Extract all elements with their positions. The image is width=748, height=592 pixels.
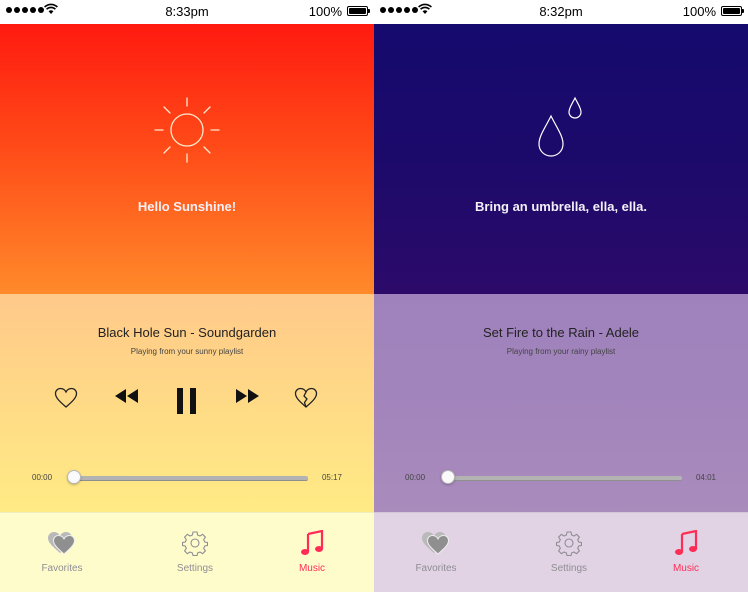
total-time: 05:17	[321, 473, 342, 482]
song-title: Black Hole Sun - Soundgarden	[97, 325, 277, 340]
weather-message: Hello Sunshine!	[137, 199, 237, 214]
dislike-broken-heart-button[interactable]	[294, 387, 318, 409]
status-bar: 8:33pm 100%	[0, 0, 374, 24]
progress-track[interactable]	[70, 476, 308, 481]
tab-label: Favorites	[415, 563, 457, 574]
progress-slider-knob[interactable]	[441, 470, 455, 484]
battery-percentage: 100%	[308, 4, 342, 19]
tab-favorites[interactable]: Favorites	[0, 513, 124, 592]
rewind-button[interactable]	[114, 388, 140, 404]
weather-message: Bring an umbrella, ella, ella.	[475, 199, 647, 214]
battery-icon	[347, 6, 370, 16]
tab-label: Settings	[550, 563, 588, 574]
heart-icon	[48, 532, 76, 555]
heart-icon	[422, 532, 450, 555]
tab-favorites[interactable]: Favorites	[374, 513, 498, 592]
like-heart-button[interactable]	[54, 387, 78, 409]
battery-icon	[721, 6, 744, 16]
sun-icon	[154, 97, 220, 163]
progress-slider-knob[interactable]	[67, 470, 81, 484]
total-time: 04:01	[695, 473, 716, 482]
playlist-subtitle: Playing from your sunny playlist	[130, 347, 244, 356]
progress-track[interactable]	[446, 476, 682, 481]
tab-bar: Favorites Settings Music	[0, 512, 374, 592]
tab-settings[interactable]: Settings	[507, 513, 631, 592]
phone-screen-sunny: 8:33pm 100% Hello Sunshine! Black Hole S…	[0, 0, 374, 592]
song-title: Set Fire to the Rain - Adele	[482, 325, 640, 340]
music-note-icon	[675, 530, 698, 555]
tab-label: Settings	[176, 563, 214, 574]
battery-percentage: 100%	[682, 4, 716, 19]
fast-forward-button[interactable]	[234, 388, 260, 404]
gear-icon	[182, 531, 208, 556]
screens-container: 8:33pm 100% Hello Sunshine! Black Hole S…	[0, 0, 748, 592]
tab-label: Music	[672, 563, 700, 574]
music-player: Black Hole Sun - Soundgarden Playing fro…	[0, 294, 374, 512]
tab-settings[interactable]: Settings	[133, 513, 257, 592]
weather-panel: Bring an umbrella, ella, ella.	[374, 24, 748, 294]
pause-button[interactable]	[175, 387, 199, 415]
tab-label: Favorites	[41, 563, 83, 574]
elapsed-time: 00:00	[32, 473, 53, 482]
music-note-icon	[301, 530, 324, 555]
tab-music[interactable]: Music	[250, 513, 374, 592]
gear-icon	[556, 531, 582, 556]
elapsed-time: 00:00	[405, 473, 426, 482]
tab-bar: Favorites Settings Music	[374, 512, 748, 592]
playlist-subtitle: Playing from your rainy playlist	[506, 347, 616, 356]
weather-panel: Hello Sunshine!	[0, 24, 374, 294]
tab-music[interactable]: Music	[624, 513, 748, 592]
music-player: Set Fire to the Rain - Adele Playing fro…	[374, 294, 748, 512]
raindrops-icon	[538, 96, 582, 157]
phone-screen-rainy: 8:32pm 100% Bring an umbrella, ella, ell…	[374, 0, 748, 592]
tab-label: Music	[298, 563, 326, 574]
status-bar: 8:32pm 100%	[374, 0, 748, 24]
